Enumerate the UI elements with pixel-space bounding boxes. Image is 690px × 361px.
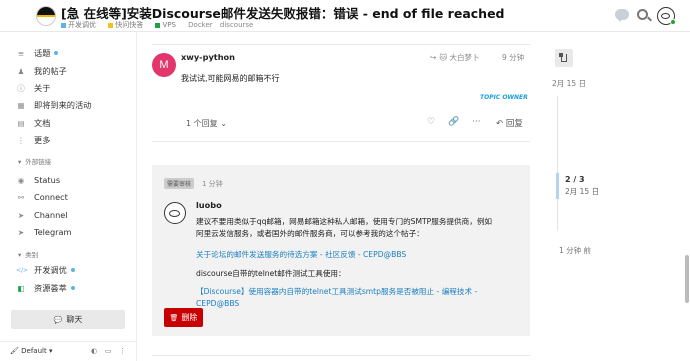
sidebar-category-dev[interactable]: </> 开发调优 xyxy=(16,263,75,277)
header: [急 在线等]安装Discourse邮件发送失败报错：错误 - end of f… xyxy=(0,0,690,32)
more-icon[interactable]: ··· xyxy=(472,117,481,127)
resource-icon: ◧ xyxy=(17,283,25,293)
post-paragraph: discourse自带的telnet邮件测试工具使用： xyxy=(196,269,346,278)
replies-toggle[interactable]: 1 个回复 ⌄ xyxy=(186,118,227,129)
avatar: 🐱 xyxy=(439,53,448,62)
link-icon[interactable]: 🔗 xyxy=(448,117,459,127)
sidebar-item-topics[interactable]: ≡ 话题 xyxy=(16,46,59,60)
breadcrumb: 开发调优 快问快答 VPS Docker discourse xyxy=(61,20,258,30)
category-crumb[interactable]: 快问快答 xyxy=(108,21,148,29)
link-icon: ⚯ xyxy=(17,192,25,202)
post-date[interactable]: 9 分钟 xyxy=(502,52,524,63)
divider xyxy=(152,141,530,142)
more-icon: ⋮ xyxy=(17,135,25,145)
chat-icon: 💬 xyxy=(53,315,63,324)
timeline-end-date[interactable]: 1 分钟 前 xyxy=(559,245,591,256)
unread-dot xyxy=(70,286,75,290)
reply-button[interactable]: ↶ 回复 xyxy=(496,117,523,129)
timeline-handle[interactable] xyxy=(556,173,559,199)
telegram-icon: ➤ xyxy=(17,227,25,237)
sidebar-link-status[interactable]: ◉ Status xyxy=(16,173,60,187)
brush-icon: 🖌 xyxy=(10,347,19,355)
post-date[interactable]: 1 分钟 xyxy=(202,179,223,189)
avatar[interactable] xyxy=(164,202,186,224)
current-user-avatar[interactable] xyxy=(657,7,676,25)
tag-link[interactable]: Docker xyxy=(188,21,213,29)
divider xyxy=(152,355,530,356)
calendar-icon: ▦ xyxy=(17,100,25,110)
sidebar-link-telegram[interactable]: ➤ Telegram xyxy=(16,225,72,239)
scrollbar[interactable] xyxy=(685,255,689,303)
layers-icon: ≡ xyxy=(17,48,25,58)
topic-link[interactable]: 【Discourse】使用容器内自带的telnet工具测试smtp服务是否被阻止… xyxy=(196,286,492,310)
post-paragraph: 建议不要用类似于qq邮箱，网易邮箱这种私人邮箱，使用专门的SMTP服务提供商，例… xyxy=(196,217,493,238)
sidebar-section-links[interactable]: ▾ 外部链接 xyxy=(18,156,51,166)
status-badge: 需要审核 xyxy=(164,178,195,189)
sidebar-link-connect[interactable]: ⚯ Connect xyxy=(16,190,68,204)
delete-button[interactable]: 🗑 删除 xyxy=(164,308,203,327)
reply-arrow-icon: ↪ xyxy=(430,53,437,62)
sidebar-item-more[interactable]: ⋮ 更多 xyxy=(16,133,50,147)
site-logo[interactable] xyxy=(36,6,56,26)
divider xyxy=(152,44,530,45)
book-icon: ▤ xyxy=(17,118,25,128)
chevron-down-icon: ⌄ xyxy=(220,119,227,128)
more-icon[interactable]: ⋮ xyxy=(119,347,126,355)
timeline-track[interactable] xyxy=(557,96,558,231)
trash-icon: 🗑 xyxy=(169,313,179,322)
reply-to-indicator[interactable]: ↪ 🐱 大白梦卜 xyxy=(430,52,480,63)
sidebar-item-docs[interactable]: ▤ 文档 xyxy=(16,116,50,130)
post-username[interactable]: xwy-python xyxy=(181,52,235,62)
search-icon[interactable] xyxy=(636,8,652,24)
unread-dot xyxy=(54,51,59,55)
code-icon: </> xyxy=(16,266,29,274)
sidebar: ≡ 话题 ♟ 我的帖子 ⓘ 关于 ▦ 即将到来的活动 ▤ 文档 ⋮ 更多 ▾ 外部链接 ◉ St… xyxy=(0,32,137,361)
unread-dot xyxy=(70,268,75,272)
timeline-start-date[interactable]: 2月 15 日 xyxy=(552,78,586,89)
category-crumb[interactable]: VPS xyxy=(155,21,180,29)
sidebar-item-events[interactable]: ▦ 即将到来的活动 xyxy=(16,98,91,112)
sidebar-category-resources[interactable]: ◧ 资源荟萃 xyxy=(16,281,75,295)
dark-mode-icon[interactable]: ◐ xyxy=(91,347,97,355)
keyboard-icon[interactable]: ▭ xyxy=(105,347,112,355)
chat-button[interactable]: 💬 聊天 xyxy=(11,310,125,329)
chevron-down-icon: ▾ xyxy=(18,251,22,259)
sidebar-item-my-posts[interactable]: ♟ 我的帖子 xyxy=(16,64,67,78)
status-icon: ◉ xyxy=(17,175,25,185)
sidebar-footer: 🖌 Default ▾ ◐ ▭ ⋮ xyxy=(0,341,137,361)
chat-icon[interactable] xyxy=(614,8,630,24)
theme-selector[interactable]: 🖌 Default ▾ xyxy=(10,347,52,355)
sidebar-link-channel[interactable]: ➤ Channel xyxy=(16,208,68,222)
topic-link[interactable]: 关于论坛的邮件发送服务的待选方案 - 社区反馈 - CEPD@BBS xyxy=(196,249,492,261)
chevron-down-icon: ▾ xyxy=(18,158,22,166)
sidebar-section-categories[interactable]: ▾ 类别 xyxy=(18,249,38,259)
topic-owner-badge: TOPIC OWNER xyxy=(480,94,528,101)
info-icon: ⓘ xyxy=(17,83,25,93)
user-icon: ♟ xyxy=(17,66,25,76)
tag-link[interactable]: discourse xyxy=(220,21,253,29)
send-icon: ➤ xyxy=(17,210,25,220)
timeline-jump-button[interactable] xyxy=(555,49,573,67)
category-crumb[interactable]: 开发调优 xyxy=(61,21,101,29)
reply-icon: ↶ xyxy=(496,119,504,129)
timeline-position: 2 / 3 xyxy=(565,175,585,184)
chevron-down-icon: ▾ xyxy=(48,347,53,355)
sidebar-item-about[interactable]: ⓘ 关于 xyxy=(16,81,50,95)
avatar[interactable]: M xyxy=(152,53,176,77)
timeline-date: 2月 15 日 xyxy=(565,187,600,196)
post-body: 我试试,可能网易的邮箱不行 xyxy=(181,74,280,83)
post-username[interactable]: luobo xyxy=(196,200,222,210)
heart-icon[interactable]: ♡ xyxy=(427,117,435,127)
